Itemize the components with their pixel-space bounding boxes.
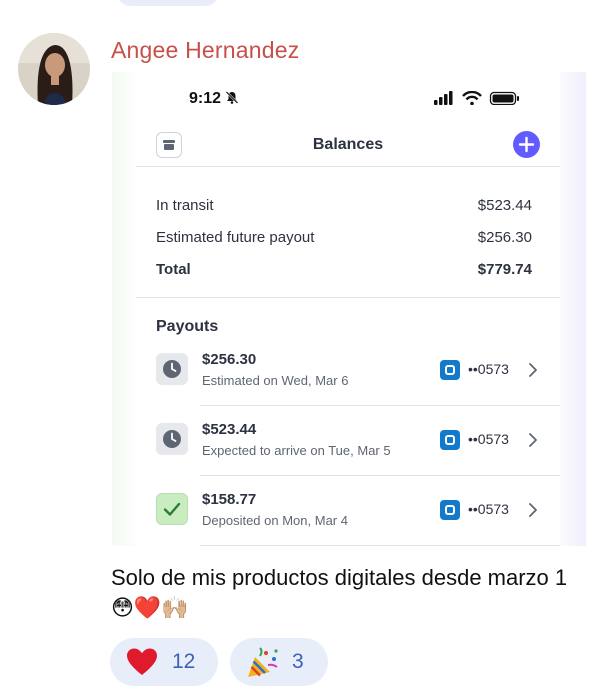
row-divider [200, 405, 560, 406]
status-time: 9:12 [189, 90, 239, 108]
payout-amount: $256.30 [202, 351, 257, 368]
status-time-text: 9:12 [189, 90, 222, 107]
payout-account: ••0573 [468, 501, 509, 517]
wifi-icon [462, 90, 482, 106]
payout-row[interactable]: $523.44 Expected to arrive on Tue, Mar 5… [136, 407, 560, 476]
message-text: Solo de mis productos digitales desde ma… [111, 565, 568, 620]
chevron-right-icon [528, 362, 538, 383]
balance-row-total: Total $779.74 [156, 261, 532, 278]
payout-account: ••0573 [468, 361, 509, 377]
bank-icon [440, 500, 460, 520]
payout-amount: $523.44 [202, 421, 257, 438]
add-button[interactable] [513, 131, 540, 158]
clock-icon [156, 423, 188, 455]
avatar[interactable] [18, 33, 90, 105]
reaction-count: 3 [292, 650, 304, 673]
battery-icon [489, 91, 519, 106]
previous-reaction-pill[interactable] [118, 0, 218, 6]
plus-icon [518, 136, 535, 153]
chevron-right-icon [528, 432, 538, 453]
screenshot-attachment[interactable]: 9:12 Balances In transit $523.44 Estimat… [112, 72, 586, 546]
reaction-party[interactable]: 3 [230, 638, 328, 686]
clock-icon [156, 353, 188, 385]
balance-label: Estimated future payout [156, 229, 315, 246]
bank-icon [440, 360, 460, 380]
status-icons [434, 90, 522, 110]
payout-account: ••0573 [468, 431, 509, 447]
reaction-heart[interactable]: 12 [110, 638, 218, 686]
payout-description: Estimated on Wed, Mar 6 [202, 373, 349, 388]
phone-screen: 9:12 Balances In transit $523.44 Estimat… [136, 72, 560, 546]
balance-value: $256.30 [477, 229, 532, 246]
row-divider [200, 545, 560, 546]
cellular-signal-icon [434, 91, 453, 105]
party-popper-icon [246, 647, 280, 684]
balance-value: $523.44 [477, 197, 532, 214]
balance-row-in-transit: In transit $523.44 [156, 197, 532, 214]
reaction-count: 12 [172, 650, 196, 673]
balances-header: Balances [136, 122, 560, 167]
balance-label: Total [156, 261, 191, 278]
silent-bell-icon [226, 91, 239, 104]
page-title: Balances [312, 136, 384, 153]
payout-description: Deposited on Mon, Mar 4 [202, 513, 348, 528]
balance-value: $779.74 [477, 261, 532, 278]
heart-icon [126, 647, 158, 682]
chevron-right-icon [528, 502, 538, 523]
payouts-heading: Payouts [156, 318, 219, 335]
bank-icon [440, 430, 460, 450]
payout-amount: $158.77 [202, 491, 257, 508]
payout-row[interactable]: $158.77 Deposited on Mon, Mar 4 ••0573 [136, 477, 560, 546]
divider [136, 297, 560, 298]
row-divider [200, 475, 560, 476]
balance-label: In transit [156, 197, 214, 214]
payout-description: Expected to arrive on Tue, Mar 5 [202, 443, 391, 458]
avatar-image [18, 33, 90, 105]
author-name[interactable]: Angee Hernandez [111, 37, 299, 64]
check-icon [156, 493, 188, 525]
payout-row[interactable]: $256.30 Estimated on Wed, Mar 6 ••0573 [136, 337, 560, 406]
balance-row-estimated: Estimated future payout $256.30 [156, 229, 532, 246]
